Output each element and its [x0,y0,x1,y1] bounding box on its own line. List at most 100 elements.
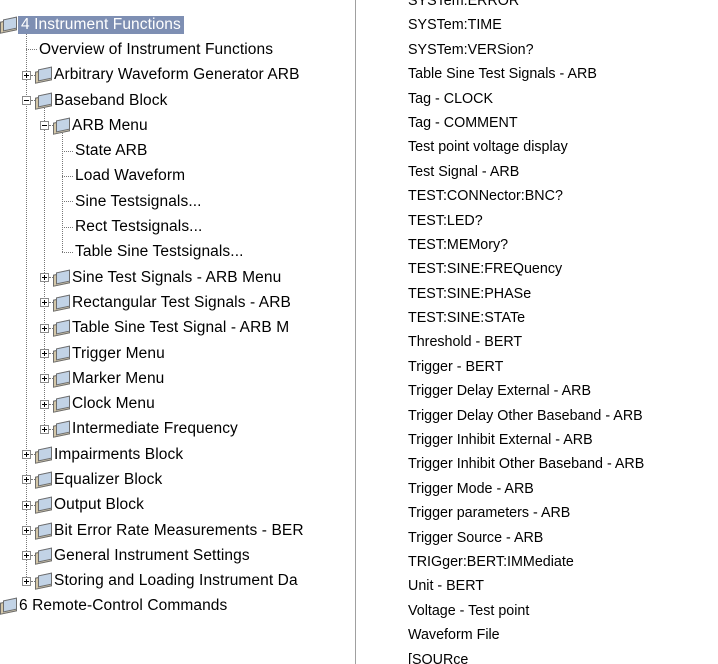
tree-item-label: ARB Menu [72,116,148,134]
tree-item-label: Bit Error Rate Measurements - BER [54,521,304,539]
tree-item-intermediate-frequency[interactable]: Intermediate Frequency [0,417,356,442]
tree-item-table-sine-test-signal-arb-m[interactable]: Table Sine Test Signal - ARB M [0,316,356,341]
tree-connector [26,49,37,51]
tree-item-output-block[interactable]: Output Block [0,493,356,518]
tree-connector [62,175,73,177]
index-entry[interactable]: Trigger - BERT [408,355,644,379]
tree-item-overview-of-instrument-functions[interactable]: Overview of Instrument Functions [0,37,356,62]
tree-item-rectangular-test-signals-arb[interactable]: Rectangular Test Signals - ARB [0,290,356,315]
expand-toggle-icon[interactable] [22,70,31,80]
index-entry[interactable]: SYSTem:TIME [408,13,644,37]
expand-toggle-icon[interactable] [40,424,49,434]
expand-toggle-icon[interactable] [22,526,31,536]
tree-item-label: Table Sine Test Signal - ARB M [72,319,290,337]
tree-item-trigger-menu[interactable]: Trigger Menu [0,341,356,366]
tree-item-sine-test-signals-arb-menu[interactable]: Sine Test Signals - ARB Menu [0,265,356,290]
index-entry[interactable]: Trigger Mode - ARB [408,477,644,501]
collapse-toggle-icon[interactable] [22,96,31,106]
tree-item-load-waveform[interactable]: Load Waveform [0,164,356,189]
closed-book-icon [35,574,52,588]
index-entry[interactable]: SYSTem:ERROR [408,0,644,13]
tree-item-label: Load Waveform [75,167,186,185]
index-entry[interactable]: Unit - BERT [408,574,644,598]
expand-toggle-icon[interactable] [40,298,49,308]
tree-item-table-sine-testsignals[interactable]: Table Sine Testsignals... [0,240,356,265]
closed-book-icon [35,473,52,487]
index-entry[interactable]: Trigger Inhibit Other Baseband - ARB [408,452,644,476]
open-book-icon [35,94,52,108]
index-entry[interactable]: TEST:SINE:FREQuency [408,257,644,281]
tree-item-impairments-block[interactable]: Impairments Block [0,442,356,467]
tree-item-label: Equalizer Block [54,470,163,488]
expand-toggle-icon[interactable] [40,399,49,409]
tree-item-4-instrument-functions[interactable]: 4 Instrument Functions [0,12,356,37]
tree-item-label: 4 Instrument Functions [18,15,184,34]
index-entry[interactable]: TEST:SINE:STATe [408,306,644,330]
index-entry[interactable]: Trigger Inhibit External - ARB [408,428,644,452]
index-entry[interactable]: Test point voltage display [408,135,644,159]
expand-toggle-icon[interactable] [40,374,49,384]
index-entry[interactable]: Trigger Delay Other Baseband - ARB [408,404,644,428]
index-entry[interactable]: Test Signal - ARB [408,160,644,184]
closed-book-icon [35,524,52,538]
index-list-panel: SYSTem:ERROR SYSTem:TIME SYSTem:VERSion? Ta… [356,0,718,664]
tree-item-storing-and-loading-instrument-da[interactable]: Storing and Loading Instrument Da [0,569,356,594]
index-entry[interactable]: TEST:LED? [408,209,644,233]
index-entry[interactable]: TRIGger:BERT:IMMediate [408,550,644,574]
tree-item-label: Trigger Menu [72,344,165,362]
tree-item-rect-testsignals[interactable]: Rect Testsignals... [0,214,356,239]
closed-book-icon [53,321,70,335]
index-entry[interactable]: TEST:MEMory? [408,233,644,257]
tree-item-general-instrument-settings[interactable]: General Instrument Settings [0,543,356,568]
tree-item-6-remote-control-commands[interactable]: 6 Remote-Control Commands [0,594,356,619]
closed-book-icon [35,448,52,462]
closed-book-icon [35,549,52,563]
index-entry[interactable]: Trigger Delay External - ARB [408,379,644,403]
index-entry[interactable]: TEST:CONNector:BNC? [408,184,644,208]
index-entry[interactable]: Trigger parameters - ARB [408,501,644,525]
index-entry[interactable]: Tag - CLOCK [408,87,644,111]
index-entry[interactable]: TEST:SINE:PHASe [408,282,644,306]
closed-book-icon [53,347,70,361]
tree-item-state-arb[interactable]: State ARB [0,138,356,163]
index-entry[interactable]: Table Sine Test Signals - ARB [408,62,644,86]
expand-toggle-icon[interactable] [40,273,49,283]
tree-connector [62,201,73,203]
expand-toggle-icon[interactable] [22,500,31,510]
tree-connector [62,251,73,253]
index-entry[interactable]: [SOURce [408,648,644,664]
tree-item-marker-menu[interactable]: Marker Menu [0,366,356,391]
tree-item-equalizer-block[interactable]: Equalizer Block [0,467,356,492]
index-entry[interactable]: Tag - COMMENT [408,111,644,135]
expand-toggle-icon[interactable] [22,576,31,586]
tree-item-label: Intermediate Frequency [72,420,238,438]
tree-item-baseband-block[interactable]: Baseband Block [0,88,356,113]
closed-book-icon [0,599,17,613]
index-entry[interactable]: Waveform File [408,623,644,647]
tree-item-label: 6 Remote-Control Commands [19,597,228,615]
tree-item-label: General Instrument Settings [54,546,250,564]
expand-toggle-icon[interactable] [22,551,31,561]
tree-item-arb-menu[interactable]: ARB Menu [0,113,356,138]
closed-book-icon [35,498,52,512]
tree-item-sine-testsignals[interactable]: Sine Testsignals... [0,189,356,214]
index-entry[interactable]: Voltage - Test point [408,599,644,623]
tree-item-arbitrary-waveform-generator-arb[interactable]: Arbitrary Waveform Generator ARB [0,63,356,88]
expand-toggle-icon[interactable] [40,323,49,333]
index-entry[interactable]: Threshold - BERT [408,330,644,354]
index-entry[interactable]: SYSTem:VERSion? [408,38,644,62]
open-book-icon [53,119,70,133]
closed-book-icon [53,372,70,386]
index-entry[interactable]: Trigger Source - ARB [408,526,644,550]
tree-item-clock-menu[interactable]: Clock Menu [0,391,356,416]
tree-item-label: Sine Testsignals... [75,192,202,210]
expand-toggle-icon[interactable] [40,349,49,358]
tree-item-bit-error-rate-measurements-ber[interactable]: Bit Error Rate Measurements - BER [0,518,356,543]
tree-connector [62,150,73,152]
tree-item-label: Sine Test Signals - ARB Menu [72,268,282,286]
tree-item-label: Rectangular Test Signals - ARB [72,293,291,311]
collapse-toggle-icon[interactable] [40,121,49,131]
expand-toggle-icon[interactable] [22,475,31,485]
expand-toggle-icon[interactable] [22,450,31,460]
closed-book-icon [53,397,70,411]
